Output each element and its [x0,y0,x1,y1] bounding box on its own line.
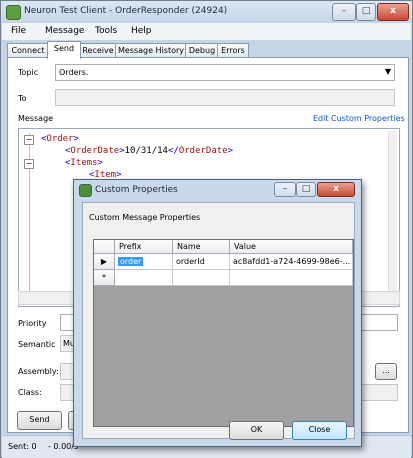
ok-button[interactable]: OK [229,421,284,440]
priority-label: Priority [18,319,47,328]
send-button[interactable]: Send [17,411,62,430]
window-title: Neuron Test Client - OrderResponder (249… [24,6,228,16]
grid-corner [94,240,115,254]
chevron-down-icon: ▼ [384,67,391,76]
assembly-label: Assembly: [18,367,59,376]
menu-message[interactable]: Message [45,26,84,36]
collapse-icon[interactable]: − [24,159,34,169]
collapse-icon[interactable]: − [24,135,34,145]
menu-tools[interactable]: Tools [95,26,117,36]
tab-receive[interactable]: Receive [79,43,117,58]
priority-field[interactable] [357,314,398,331]
cell-name[interactable]: orderId [173,254,230,270]
menu-file[interactable]: File [11,26,26,36]
dialog-close-button[interactable]: x [317,182,355,197]
dialog-title: Custom Properties [95,185,178,195]
status-sent: Sent: 0 [8,442,37,451]
cell-prefix[interactable] [115,270,173,286]
class-label: Class: [18,388,42,397]
new-row-icon[interactable]: * [94,270,115,286]
minimize-button[interactable]: – [332,3,356,21]
xml-line: <OrderDate>10/31/14</OrderDate> [65,146,234,156]
dialog-icon [79,184,92,197]
cell-prefix-text: order [118,257,144,266]
to-field[interactable] [55,89,395,106]
cell-value[interactable]: ac8afdd1-a724-4699-98e6-... [230,254,353,270]
topic-label: Topic [18,68,39,77]
dialog-heading: Custom Message Properties [89,213,201,222]
xml-line: <Items> [65,158,103,168]
column-header-value[interactable]: Value [230,240,353,254]
maximize-button[interactable]: □ [356,3,376,21]
tab-send[interactable]: Send [47,41,81,59]
close-button[interactable]: x [377,3,409,21]
editor-gutter [29,133,30,298]
dialog-minimize-button[interactable]: – [274,182,296,197]
to-label: To [18,94,27,103]
tab-errors[interactable]: Errors [217,43,249,58]
tab-message-history[interactable]: Message History [115,43,187,58]
dialog-maximize-button[interactable]: □ [296,182,316,197]
edit-custom-properties-link[interactable]: Edit Custom Properties [313,114,405,123]
properties-grid[interactable]: Prefix Name Value ▶ order orderId ac8afd… [93,239,354,427]
semantic-label: Semantic [18,340,56,349]
column-header-prefix[interactable]: Prefix [115,240,173,254]
tab-connect[interactable]: Connect [7,43,49,58]
menu-help[interactable]: Help [131,26,152,36]
row-marker-icon[interactable]: ▶ [94,254,115,270]
browse-assembly-button[interactable]: ... [375,363,397,380]
tab-debug[interactable]: Debug [185,43,219,58]
cell-prefix[interactable]: order [115,254,173,270]
editor-scrollbar[interactable] [388,131,397,301]
column-header-name[interactable]: Name [173,240,230,254]
custom-properties-dialog: Custom Properties – □ x Custom Message P… [73,179,362,447]
dialog-body: Custom Message Properties Prefix Name Va… [82,202,355,440]
cell-value[interactable] [230,270,353,286]
close-dialog-button[interactable]: Close [292,421,347,440]
menu-bar: File Message Tools Help [2,23,411,40]
app-icon [6,5,21,20]
message-label: Message [18,114,54,123]
xml-line: <Order> [41,134,79,144]
topic-dropdown[interactable]: Orders. ▼ [55,64,395,81]
class-dropdown[interactable] [357,384,398,401]
cell-name[interactable] [173,270,230,286]
topic-value: Orders. [59,68,89,77]
title-bar[interactable]: Neuron Test Client - OrderResponder (249… [1,1,412,23]
